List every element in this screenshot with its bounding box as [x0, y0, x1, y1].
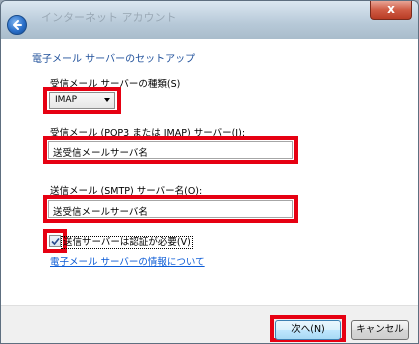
setup-content: 電子メール サーバーのセットアップ 受信メール サーバーの種類(S) IMAP … — [1, 39, 418, 305]
window-title: インターネット アカウント — [41, 11, 177, 24]
close-button[interactable]: x — [370, 1, 412, 20]
auth-required-checkbox[interactable] — [49, 235, 61, 247]
cancel-button[interactable]: キャンセル — [351, 320, 409, 340]
incoming-server-input[interactable]: 送受信メールサーバ名 — [48, 141, 293, 159]
chevron-down-icon — [104, 98, 110, 102]
dialog-footer: 次へ(N) キャンセル — [1, 305, 418, 343]
dialog-window: インターネット アカウント x 電子メール サーバーのセットアップ 受信メール … — [0, 0, 419, 344]
auth-required-label[interactable]: 送信サーバーは認証が必要(V) — [61, 234, 193, 249]
server-type-select[interactable]: IMAP — [49, 92, 115, 109]
auth-required-text: 送信サーバーは認証が必要(V) — [61, 236, 193, 249]
title-bar: インターネット アカウント x — [1, 1, 418, 39]
close-icon: x — [387, 2, 395, 16]
outgoing-server-input[interactable]: 送受信メールサーバ名 — [48, 200, 293, 218]
next-button[interactable]: 次へ(N) — [275, 320, 341, 340]
server-info-link[interactable]: 電子メール サーバーの情報について — [50, 254, 205, 268]
back-arrow-icon — [13, 20, 22, 30]
checkmark-icon — [51, 237, 60, 246]
back-button[interactable] — [7, 15, 27, 35]
server-type-value: IMAP — [55, 95, 78, 105]
page-title: 電子メール サーバーのセットアップ — [32, 54, 196, 65]
